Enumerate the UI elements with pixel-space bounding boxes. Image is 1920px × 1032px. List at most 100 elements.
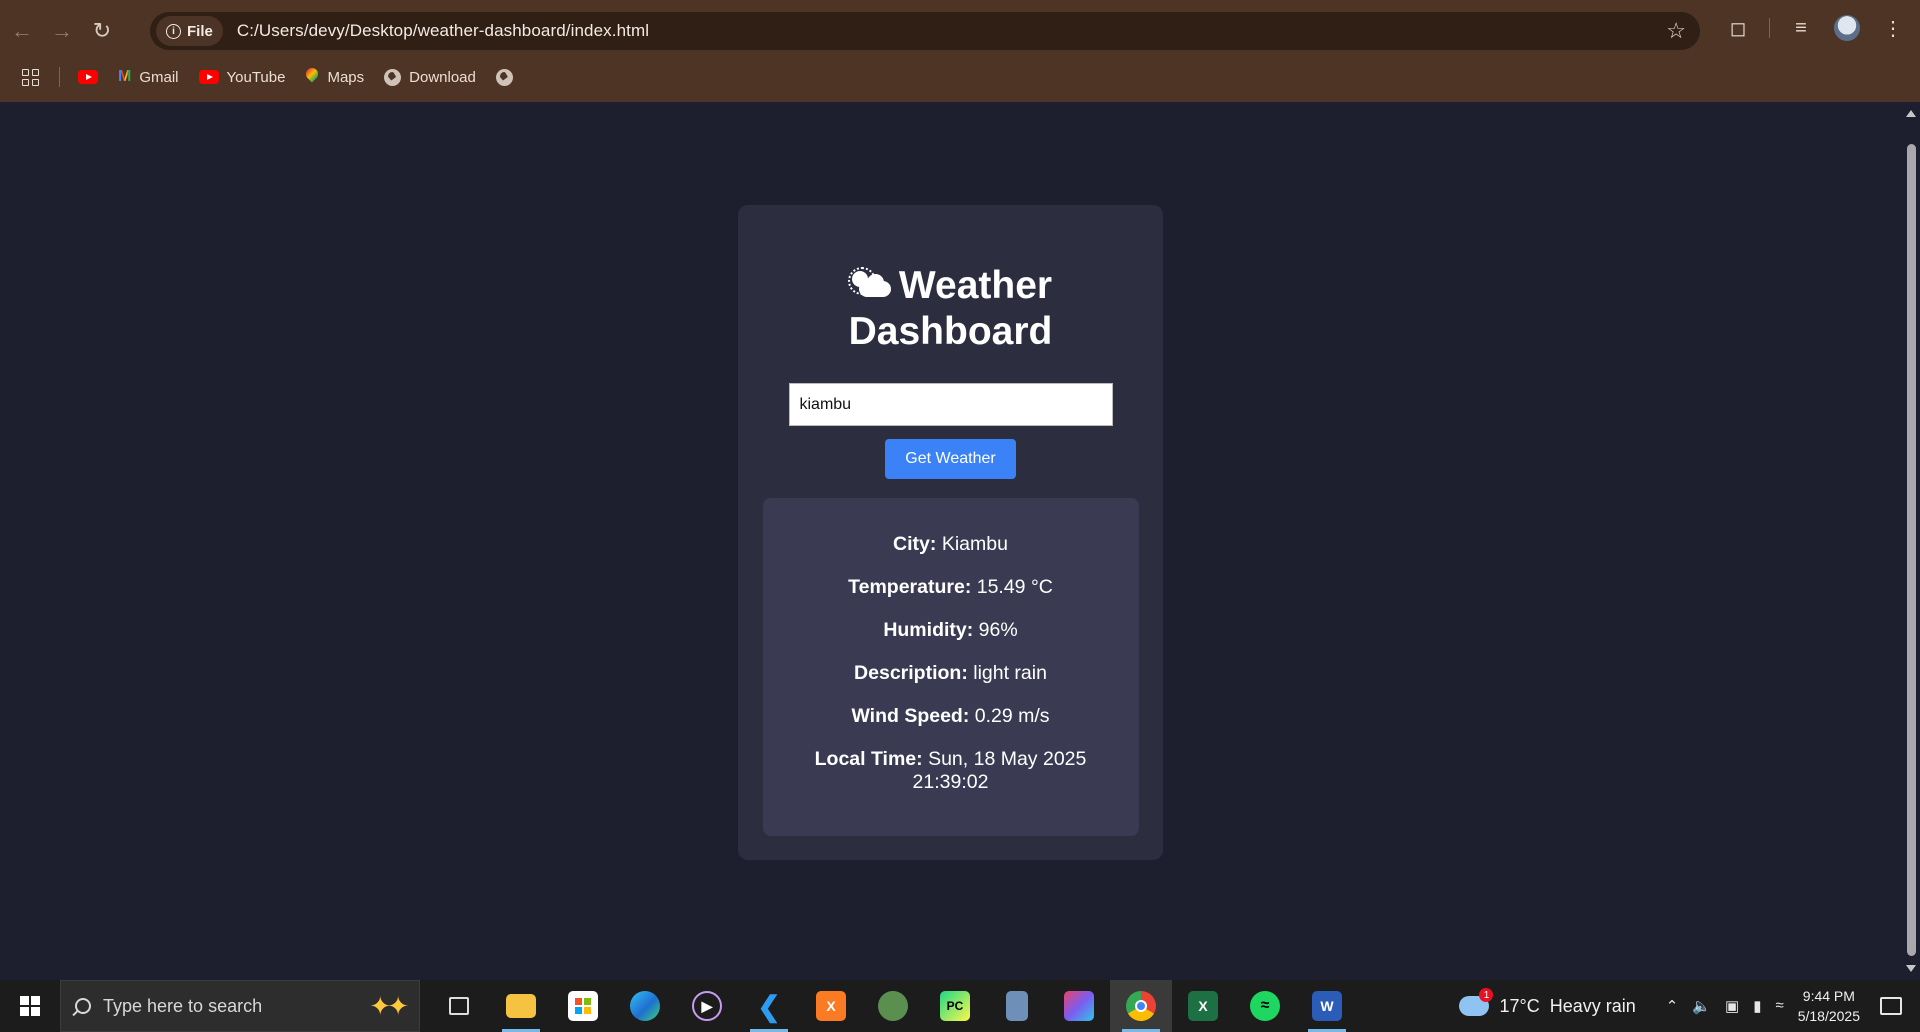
bookmark-maps[interactable]: Maps — [305, 68, 364, 86]
taskbar-media-player[interactable]: ▶ — [676, 980, 738, 1032]
tray-icons: ⌃ 🔈 ▣ ▮ ≈ — [1666, 997, 1784, 1015]
start-button[interactable] — [0, 980, 60, 1032]
bookmark-label: Gmail — [139, 68, 179, 86]
media-controls-icon[interactable]: ≡ — [1786, 13, 1816, 43]
taskbar-search-box[interactable]: Type here to search ✦✦ — [60, 980, 420, 1032]
chrome-icon — [1126, 991, 1156, 1021]
taskbar-vscode[interactable]: ❮ — [738, 980, 800, 1032]
taskbar-pycharm[interactable]: PC — [924, 980, 986, 1032]
maps-icon — [305, 68, 319, 86]
media-player-icon: ▶ — [692, 991, 722, 1021]
bookmark-star-icon[interactable]: ☆ — [1666, 18, 1686, 44]
volume-icon[interactable]: 🔈 — [1692, 997, 1711, 1015]
result-value: 0.29 m/s — [974, 705, 1050, 727]
city-search-input[interactable] — [788, 383, 1113, 426]
clock-time: 9:44 PM — [1802, 988, 1855, 1004]
back-button[interactable]: ← — [4, 13, 40, 49]
taskbar-chrome[interactable] — [1110, 980, 1172, 1032]
page-viewport: Weather Dashboard Get Weather City: Kiam… — [0, 102, 1903, 980]
avatar — [1834, 15, 1860, 41]
get-weather-button[interactable]: Get Weather — [885, 439, 1016, 479]
bookmark-globe[interactable] — [495, 68, 513, 86]
taskbar-calculator[interactable] — [986, 980, 1048, 1032]
weather-card: Weather Dashboard Get Weather City: Kiam… — [738, 205, 1163, 860]
copilot-sparkle-icon: ✦✦ — [369, 991, 409, 1021]
result-temperature: Temperature: 15.49 °C — [801, 576, 1101, 599]
taskbar-excel[interactable]: X — [1172, 980, 1234, 1032]
wifi-icon[interactable]: ≈ — [1775, 997, 1783, 1015]
browser-chrome: ← → ↻ i File C:/Users/devy/Desktop/weath… — [0, 0, 1920, 102]
site-info-chip[interactable]: i File — [156, 16, 223, 46]
bookmark-gmail[interactable]: M Gmail — [118, 68, 179, 86]
result-humidity: Humidity: 96% — [801, 619, 1101, 642]
browser-menu-icon[interactable]: ⋮ — [1878, 13, 1908, 43]
extensions-icon[interactable]: ◻ — [1723, 13, 1753, 43]
result-value: 15.49 °C — [976, 576, 1053, 598]
taskbar-apps: ▶ ❮ X PC X ≈ W — [428, 980, 1358, 1032]
spotify-icon: ≈ — [1250, 991, 1280, 1021]
weather-rain-icon: 1 — [1459, 988, 1494, 1016]
vscode-icon: ❮ — [757, 990, 781, 1022]
taskbar-xampp[interactable]: X — [800, 980, 862, 1032]
calculator-icon — [1006, 991, 1028, 1021]
chevron-up-icon[interactable]: ⌃ — [1666, 997, 1679, 1015]
scroll-up-arrow-icon[interactable] — [1906, 110, 1916, 117]
reload-button[interactable]: ↻ — [84, 13, 120, 49]
result-label: City: — [893, 533, 937, 555]
bookmark-label: YouTube — [226, 68, 286, 86]
bookmark-label: Maps — [327, 68, 365, 86]
taskbar-spotify[interactable]: ≈ — [1234, 980, 1296, 1032]
toolbar-right-icons: ◻ ≡ ⋮ — [1723, 13, 1908, 43]
edge-icon — [630, 991, 660, 1021]
taskbar-edge[interactable] — [614, 980, 676, 1032]
taskbar-word[interactable]: W — [1296, 980, 1358, 1032]
bookmark-youtube-shortcut[interactable] — [78, 70, 98, 84]
result-local-time: Local Time: Sun, 18 May 2025 21:39:02 — [801, 748, 1101, 794]
task-view-button[interactable] — [428, 980, 490, 1032]
result-label: Temperature: — [848, 576, 972, 598]
page-scrollbar[interactable] — [1903, 102, 1920, 980]
globe-icon — [384, 68, 402, 86]
bookmark-download[interactable]: Download — [384, 68, 476, 86]
url-text[interactable]: C:/Users/devy/Desktop/weather-dashboard/… — [237, 21, 649, 41]
weather-temp: 17°C — [1499, 995, 1540, 1016]
taskbar-m365[interactable] — [1048, 980, 1110, 1032]
file-explorer-icon — [506, 994, 536, 1018]
apps-grid-icon[interactable] — [22, 68, 39, 86]
taskbar-app-globe[interactable] — [862, 980, 924, 1032]
taskbar-weather-widget[interactable]: 1 17°C Heavy rain — [1459, 988, 1636, 1017]
notification-center-icon[interactable] — [1880, 997, 1902, 1015]
scrollbar-thumb[interactable] — [1907, 144, 1916, 956]
task-view-icon — [449, 997, 469, 1015]
result-city: City: Kiambu — [801, 533, 1101, 556]
meet-now-icon[interactable]: ▣ — [1725, 997, 1739, 1015]
result-value: Kiambu — [941, 533, 1008, 555]
taskbar-file-explorer[interactable] — [490, 980, 552, 1032]
info-icon: i — [166, 23, 181, 39]
result-label: Wind Speed: — [851, 705, 970, 727]
bookmarks-bar: M Gmail YouTube Maps Download — [0, 62, 1920, 92]
taskbar-clock[interactable]: 9:44 PM 5/18/2025 — [1798, 986, 1860, 1026]
weather-result-panel: City: Kiambu Temperature: 15.49 °C Humid… — [762, 498, 1139, 836]
pycharm-icon: PC — [940, 991, 970, 1021]
file-chip-label: File — [187, 22, 213, 40]
result-value: light rain — [973, 662, 1047, 684]
windows-logo-icon — [20, 996, 40, 1016]
battery-icon[interactable]: ▮ — [1753, 997, 1761, 1015]
result-label: Local Time: — [814, 748, 923, 770]
address-bar[interactable]: i File C:/Users/devy/Desktop/weather-das… — [150, 12, 1700, 50]
toolbar-divider — [1769, 18, 1770, 38]
result-value: 96% — [978, 619, 1018, 641]
profile-avatar[interactable] — [1832, 13, 1862, 43]
scroll-down-arrow-icon[interactable] — [1906, 965, 1916, 972]
forward-button[interactable]: → — [44, 13, 80, 49]
result-wind-speed: Wind Speed: 0.29 m/s — [801, 705, 1101, 728]
bookmark-label: Download — [409, 68, 476, 86]
youtube-icon — [198, 70, 219, 84]
gmail-icon: M — [118, 68, 132, 85]
taskbar-store[interactable] — [552, 980, 614, 1032]
result-label: Description: — [854, 662, 968, 684]
bookmark-youtube[interactable]: YouTube — [198, 68, 286, 86]
weather-badge: 1 — [1479, 988, 1494, 1002]
excel-icon: X — [1188, 991, 1218, 1021]
